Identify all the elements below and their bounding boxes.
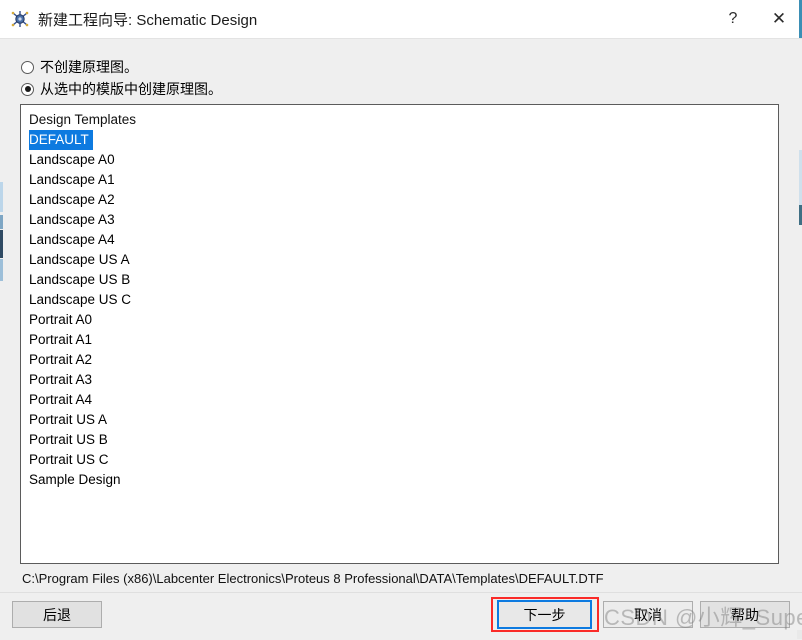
list-item[interactable]: Landscape US C <box>21 290 778 310</box>
background-edge-artifact <box>0 215 3 229</box>
list-item[interactable]: Portrait A4 <box>21 390 778 410</box>
background-edge-artifact <box>0 259 3 281</box>
list-item[interactable]: Portrait A0 <box>21 310 778 330</box>
list-item[interactable]: Portrait A2 <box>21 350 778 370</box>
list-item[interactable]: Portrait US C <box>21 450 778 470</box>
radio-from-template[interactable] <box>21 82 34 96</box>
cancel-button[interactable]: 取消 <box>603 601 693 628</box>
background-edge-artifact <box>0 230 3 258</box>
option-no-schematic[interactable]: 不创建原理图。 <box>21 57 222 77</box>
option-from-template-label: 从选中的模版中创建原理图。 <box>40 81 222 97</box>
help-button[interactable]: 帮助 <box>700 601 790 628</box>
back-button[interactable]: 后退 <box>12 601 102 628</box>
list-item[interactable]: Portrait US A <box>21 410 778 430</box>
window-title: 新建工程向导: Schematic Design <box>38 11 258 29</box>
template-path-label: C:\Program Files (x86)\Labcenter Electro… <box>22 571 604 586</box>
list-item[interactable]: Landscape US B <box>21 270 778 290</box>
list-item[interactable]: Portrait A3 <box>21 370 778 390</box>
proteus-app-icon <box>10 9 30 29</box>
list-item[interactable]: Sample Design <box>21 470 778 490</box>
list-item[interactable]: Portrait US B <box>21 430 778 450</box>
dialog-button-bar: 后退 下一步 取消 帮助 <box>0 592 802 640</box>
close-icon[interactable]: ✕ <box>756 1 802 38</box>
list-item[interactable]: Landscape A0 <box>21 150 778 170</box>
design-templates-listbox[interactable]: Design Templates DEFAULT Landscape A0 La… <box>20 104 779 564</box>
next-button[interactable]: 下一步 <box>497 600 592 629</box>
option-no-schematic-label: 不创建原理图。 <box>40 59 138 75</box>
help-icon[interactable]: ? <box>710 1 756 38</box>
list-item[interactable]: Landscape A4 <box>21 230 778 250</box>
title-bar: 新建工程向导: Schematic Design ? ✕ <box>0 0 802 39</box>
background-edge-artifact <box>0 182 3 212</box>
radio-no-schematic[interactable] <box>21 60 34 74</box>
schematic-options-group: 不创建原理图。 从选中的模版中创建原理图。 <box>21 57 222 101</box>
list-item[interactable]: Landscape A1 <box>21 170 778 190</box>
list-item[interactable]: Landscape A2 <box>21 190 778 210</box>
list-item-default[interactable]: DEFAULT <box>29 130 93 150</box>
list-header-design-templates: Design Templates <box>29 112 137 127</box>
list-item-default-row[interactable]: DEFAULT <box>21 130 778 150</box>
option-from-template[interactable]: 从选中的模版中创建原理图。 <box>21 79 222 99</box>
list-item[interactable]: Landscape A3 <box>21 210 778 230</box>
list-item[interactable]: Portrait A1 <box>21 330 778 350</box>
list-item[interactable]: Landscape US A <box>21 250 778 270</box>
design-templates-list: Design Templates DEFAULT Landscape A0 La… <box>21 105 778 490</box>
